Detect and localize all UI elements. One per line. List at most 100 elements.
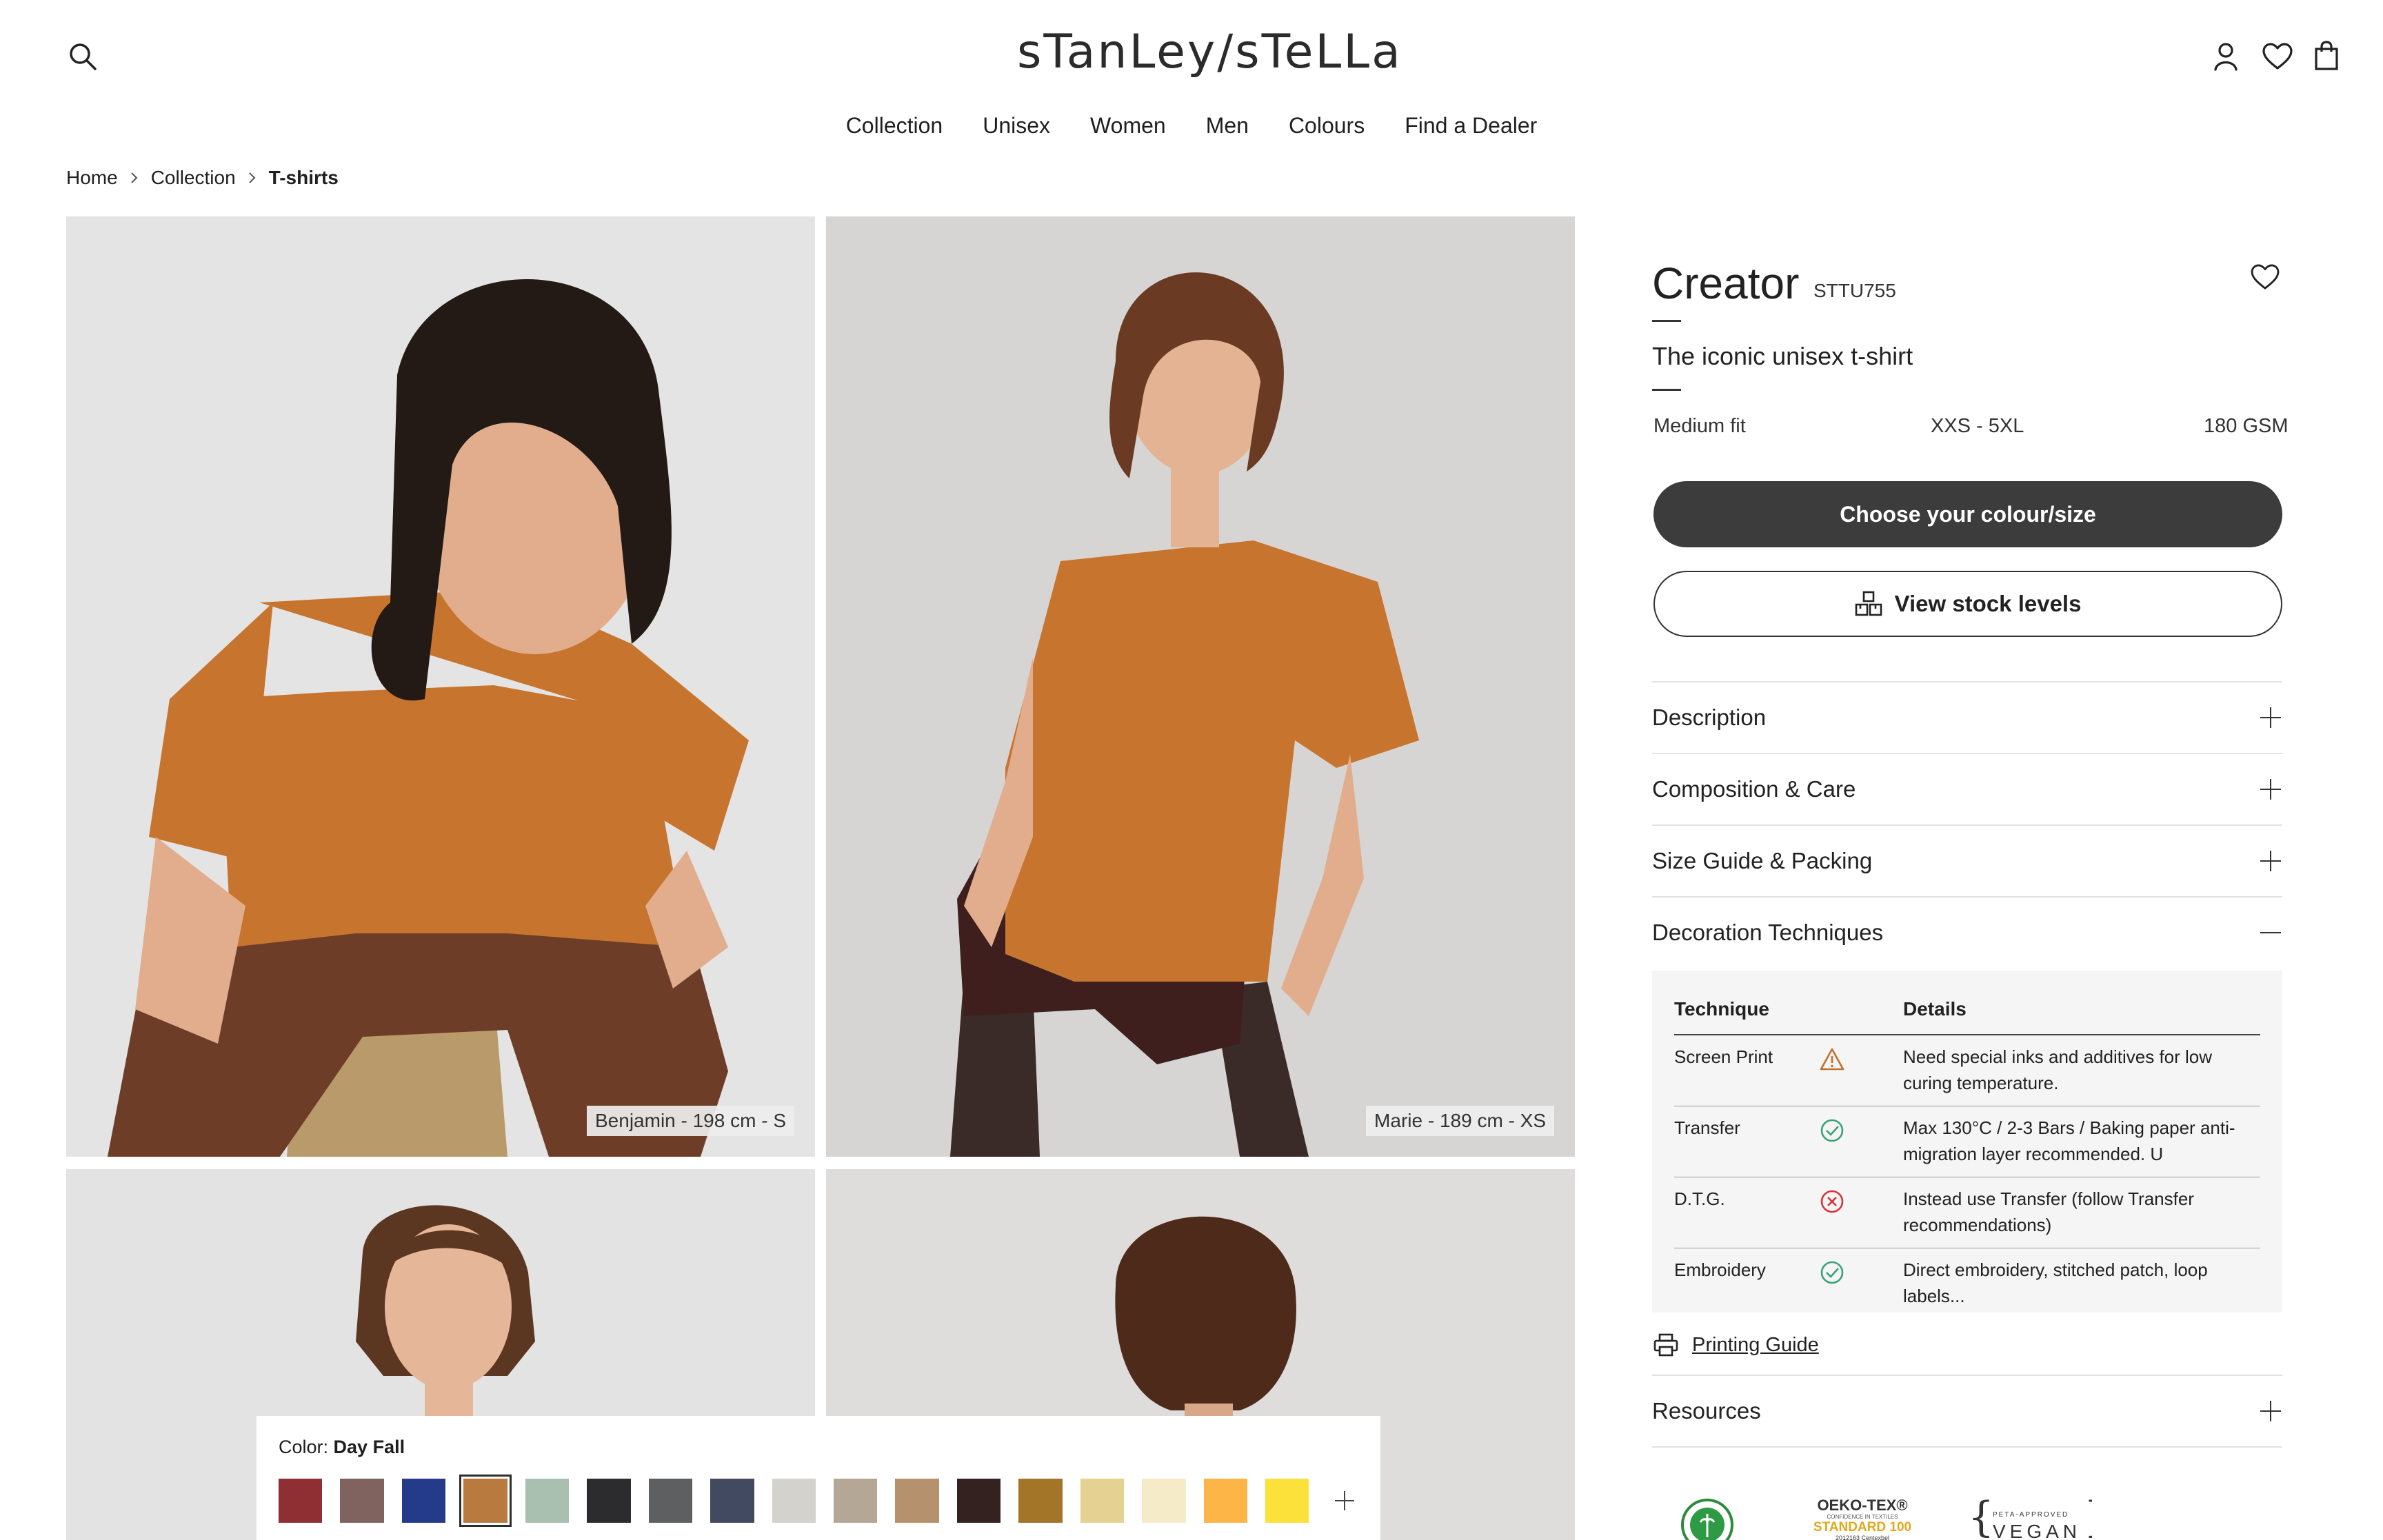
main-nav: Collection Unisex Women Men Colours Find…	[0, 110, 2383, 141]
model-photo	[66, 216, 815, 1157]
cart-button[interactable]	[2311, 39, 2342, 73]
check-circle-icon	[1820, 1261, 1844, 1284]
accordion-title: Decoration Techniques	[1652, 920, 1884, 945]
color-picker: Color: Day Fall	[257, 1416, 1380, 1540]
accordion-decoration[interactable]: Decoration Techniques	[1652, 896, 2282, 968]
color-swatch[interactable]	[1018, 1479, 1063, 1523]
nav-find-dealer[interactable]: Find a Dealer	[1405, 110, 1537, 141]
stock-boxes-icon	[1855, 591, 1882, 616]
shopping-bag-icon	[2315, 41, 2338, 70]
nav-colours[interactable]: Colours	[1289, 110, 1365, 141]
column-header-technique: Technique	[1674, 998, 1769, 1020]
color-swatch[interactable]	[587, 1479, 631, 1523]
color-swatch[interactable]	[1203, 1479, 1247, 1523]
account-button[interactable]	[2209, 40, 2242, 73]
table-row: D.T.G. Instead use Transfer (follow Trans…	[1674, 1177, 2260, 1248]
technique-status	[1819, 1117, 1903, 1177]
accordion-resources[interactable]: Resources	[1652, 1375, 2282, 1448]
view-stock-label: View stock levels	[1894, 591, 2082, 616]
gots-logo	[1680, 1497, 1735, 1540]
divider	[1652, 320, 1681, 322]
accordion-title: Size Guide & Packing	[1652, 848, 1873, 873]
user-icon	[2214, 43, 2238, 71]
product-fit: Medium fit	[1653, 415, 1746, 437]
add-to-wishlist-button[interactable]	[2249, 262, 2281, 292]
accordion-size-guide[interactable]: Size Guide & Packing	[1652, 824, 2282, 896]
color-swatch[interactable]	[648, 1479, 693, 1523]
printer-icon	[1653, 1333, 1678, 1357]
model-caption: Benjamin - 198 cm - S	[587, 1106, 794, 1136]
color-label: Color: Day Fall	[279, 1437, 405, 1457]
technique-details: Instead use Transfer (follow Transfer re…	[1903, 1188, 2194, 1235]
accordion-title: Composition & Care	[1652, 776, 1856, 802]
table-header: Technique Details	[1674, 984, 2260, 1035]
color-swatch[interactable]	[1142, 1479, 1186, 1523]
plus-icon	[2259, 849, 2282, 873]
technique-details: Need special inks and additives for low …	[1903, 1046, 2213, 1093]
nav-collection[interactable]: Collection	[846, 110, 943, 141]
color-swatch[interactable]	[279, 1479, 323, 1523]
printing-guide-link[interactable]: Printing Guide	[1653, 1333, 1819, 1357]
more-colors-plus-icon[interactable]	[1331, 1487, 1358, 1514]
search-icon	[70, 43, 97, 70]
heart-icon	[2251, 264, 2280, 290]
accordion-composition[interactable]: Composition & Care	[1652, 753, 2282, 824]
color-swatches	[279, 1475, 1358, 1527]
breadcrumb-collection[interactable]: Collection	[151, 167, 236, 189]
color-swatch[interactable]	[956, 1479, 1001, 1523]
model-caption: Marie - 189 cm - XS	[1366, 1106, 1554, 1136]
color-swatch[interactable]	[710, 1479, 754, 1523]
color-swatch[interactable]	[895, 1479, 939, 1523]
product-photo-2[interactable]: Marie - 189 cm - XS	[826, 216, 1575, 1157]
technique-details: Max 130°C / 2-3 Bars / Baking paper anti…	[1903, 1117, 2235, 1164]
chevron-right-icon	[248, 172, 256, 183]
product-photo-1[interactable]: Benjamin - 198 cm - S	[66, 216, 815, 1157]
table-row: Embroidery Direct embroidery, stitched pa…	[1674, 1248, 2260, 1319]
color-swatch[interactable]	[833, 1479, 878, 1523]
accordion-description[interactable]: Description	[1652, 681, 2282, 753]
nav-men[interactable]: Men	[1206, 110, 1249, 141]
printing-guide-label[interactable]: Printing Guide	[1692, 1334, 1819, 1357]
plus-icon	[2259, 1399, 2282, 1423]
product-tagline: The iconic unisex t-shirt	[1652, 342, 1913, 370]
breadcrumb-current: T-shirts	[268, 167, 339, 188]
view-stock-levels-button[interactable]: View stock levels	[1653, 571, 2282, 637]
table-row: Screen Print Need special inks and additi…	[1674, 1035, 2260, 1106]
wishlist-button[interactable]	[2260, 40, 2295, 73]
nav-women[interactable]: Women	[1090, 110, 1166, 141]
color-swatch[interactable]	[1265, 1479, 1309, 1523]
color-swatch[interactable]	[459, 1475, 512, 1527]
choose-colour-size-button[interactable]: Choose your colour/size	[1653, 481, 2282, 547]
technique-name: D.T.G.	[1674, 1188, 1725, 1209]
color-swatch[interactable]	[340, 1479, 384, 1523]
technique-name: Screen Print	[1674, 1046, 1773, 1067]
breadcrumb-home[interactable]: Home	[66, 167, 118, 189]
oeko-tex-logo: OEKO-TEX® CONFIDENCE IN TEXTILES STANDAR…	[1813, 1497, 1912, 1540]
product-sizes: XXS - 5XL	[1931, 415, 2024, 437]
decoration-techniques-table: Technique Details Screen Print Need speci…	[1652, 971, 2282, 1313]
model-photo	[826, 216, 1575, 1157]
warning-icon	[1820, 1048, 1844, 1071]
color-swatch[interactable]	[525, 1479, 570, 1523]
product-sku: STTU755	[1813, 280, 1896, 301]
technique-status	[1819, 1046, 1903, 1106]
column-header-details: Details	[1903, 998, 1967, 1020]
brand-logo[interactable]: sTanLey/sTeLLa	[1017, 29, 1400, 76]
divider	[1652, 389, 1681, 391]
color-swatch[interactable]	[401, 1479, 446, 1523]
technique-status	[1819, 1259, 1903, 1319]
accordion-title: Resources	[1652, 1398, 1761, 1424]
color-swatch[interactable]	[1080, 1479, 1125, 1523]
chevron-right-icon	[130, 172, 138, 183]
minus-icon	[2259, 921, 2282, 944]
color-swatch[interactable]	[772, 1479, 816, 1523]
x-circle-icon	[1820, 1190, 1844, 1213]
check-circle-icon	[1820, 1119, 1844, 1142]
technique-name: Transfer	[1674, 1117, 1740, 1138]
search-button[interactable]	[66, 40, 99, 73]
technique-name: Embroidery	[1674, 1259, 1766, 1280]
technique-details: Direct embroidery, stitched patch, loop …	[1903, 1259, 2208, 1306]
heart-icon	[2262, 43, 2293, 70]
plus-icon	[2259, 778, 2282, 801]
nav-unisex[interactable]: Unisex	[983, 110, 1050, 141]
